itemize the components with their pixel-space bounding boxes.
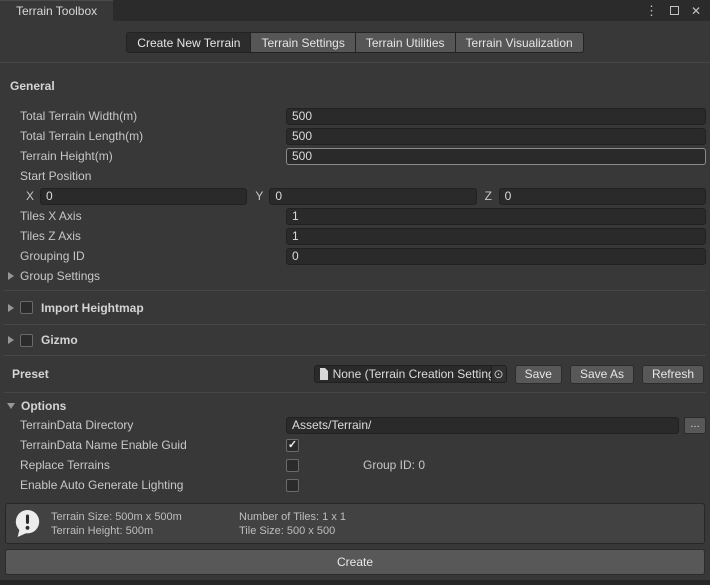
- import-heightmap-section: Import Heightmap: [4, 291, 706, 325]
- total-terrain-length-label: Total Terrain Length(m): [4, 129, 286, 143]
- preset-label: Preset: [12, 367, 49, 381]
- grouping-id-input[interactable]: [286, 248, 706, 265]
- foldout-arrow-icon: [8, 272, 14, 280]
- number-of-tiles-text: Number of Tiles: 1 x 1: [239, 511, 346, 523]
- tiles-x-axis-row: Tiles X Axis: [4, 206, 706, 226]
- terrain-height-label: Terrain Height(m): [4, 149, 286, 163]
- browse-button[interactable]: …: [684, 417, 706, 434]
- terraindata-directory-row: TerrainData Directory …: [4, 415, 706, 435]
- save-as-button[interactable]: Save As: [570, 365, 634, 384]
- total-terrain-width-input[interactable]: [286, 108, 706, 125]
- terrain-height-input[interactable]: [286, 148, 706, 165]
- terraindata-directory-input[interactable]: [286, 417, 679, 434]
- window-tab-terrain-toolbox[interactable]: Terrain Toolbox: [0, 0, 113, 21]
- total-terrain-length-input[interactable]: [286, 128, 706, 145]
- terrain-info-box: Terrain Size: 500m x 500m Terrain Height…: [5, 503, 705, 544]
- menu-icon[interactable]: ⋮: [645, 4, 658, 17]
- start-position-z: Z: [485, 188, 706, 205]
- tab-terrain-visualization[interactable]: Terrain Visualization: [456, 32, 584, 53]
- auto-generate-lighting-checkbox[interactable]: [286, 479, 299, 492]
- options-header: Options: [21, 399, 66, 414]
- grouping-id-row: Grouping ID: [4, 246, 706, 266]
- import-heightmap-checkbox[interactable]: [20, 301, 33, 314]
- start-position-row: Start Position: [4, 166, 706, 186]
- foldout-arrow-icon[interactable]: [8, 336, 14, 344]
- replace-terrains-label: Replace Terrains: [4, 458, 286, 472]
- tiles-z-axis-label: Tiles Z Axis: [4, 229, 286, 243]
- terraindata-directory-label: TerrainData Directory: [4, 418, 286, 432]
- info-column-tiles: Number of Tiles: 1 x 1 Tile Size: 500 x …: [239, 511, 346, 537]
- toolbox-tab-bar: Create New Terrain Terrain Settings Terr…: [0, 21, 710, 63]
- grouping-id-label: Grouping ID: [4, 249, 286, 263]
- save-button[interactable]: Save: [515, 365, 562, 384]
- z-axis-label: Z: [485, 189, 494, 203]
- preset-object-value: None (Terrain Creation Settings): [333, 367, 491, 381]
- window-bottom-edge: [0, 580, 710, 585]
- total-terrain-length-row: Total Terrain Length(m): [4, 126, 706, 146]
- document-icon: [319, 368, 329, 380]
- import-heightmap-label: Import Heightmap: [41, 301, 144, 315]
- foldout-arrow-down-icon: [7, 403, 15, 409]
- gizmo-section: Gizmo: [4, 325, 706, 356]
- y-axis-label: Y: [255, 189, 264, 203]
- tab-create-new-terrain[interactable]: Create New Terrain: [126, 32, 251, 53]
- info-column-size: Terrain Size: 500m x 500m Terrain Height…: [51, 511, 229, 537]
- replace-terrains-row: Replace Terrains Group ID: 0: [4, 455, 706, 475]
- name-enable-guid-checkbox[interactable]: [286, 439, 299, 452]
- preset-object-field[interactable]: None (Terrain Creation Settings) ⊙: [314, 365, 507, 383]
- group-settings-foldout[interactable]: Group Settings: [4, 266, 706, 286]
- group-id-text: Group ID: 0: [363, 458, 425, 472]
- terrain-height-row: Terrain Height(m): [4, 146, 706, 166]
- options-foldout[interactable]: Options: [4, 393, 706, 415]
- start-position-y: Y: [255, 188, 476, 205]
- tiles-x-axis-label: Tiles X Axis: [4, 209, 286, 223]
- name-enable-guid-row: TerrainData Name Enable Guid: [4, 435, 706, 455]
- terrain-height-text: Terrain Height: 500m: [51, 525, 229, 537]
- replace-terrains-checkbox[interactable]: [286, 459, 299, 472]
- warning-icon: [14, 509, 41, 538]
- start-position-x-input[interactable]: [40, 188, 247, 205]
- titlebar: Terrain Toolbox ⋮ ✕: [0, 0, 710, 21]
- window-controls: ⋮ ✕: [645, 0, 710, 21]
- terrain-size-text: Terrain Size: 500m x 500m: [51, 511, 229, 523]
- group-settings-label: Group Settings: [20, 269, 100, 283]
- refresh-button[interactable]: Refresh: [642, 365, 704, 384]
- start-position-xyz-row: X Y Z: [4, 186, 706, 206]
- foldout-arrow-icon[interactable]: [8, 304, 14, 312]
- tiles-z-axis-row: Tiles Z Axis: [4, 226, 706, 246]
- window-title: Terrain Toolbox: [16, 4, 97, 18]
- start-position-label: Start Position: [4, 169, 91, 183]
- create-button[interactable]: Create: [5, 549, 705, 575]
- total-terrain-width-label: Total Terrain Width(m): [4, 109, 286, 123]
- gizmo-checkbox[interactable]: [20, 334, 33, 347]
- preset-row: Preset None (Terrain Creation Settings) …: [4, 356, 706, 393]
- start-position-x: X: [26, 188, 247, 205]
- start-position-z-input[interactable]: [499, 188, 706, 205]
- tiles-x-axis-input[interactable]: [286, 208, 706, 225]
- close-icon[interactable]: ✕: [691, 5, 701, 17]
- gizmo-label: Gizmo: [41, 333, 78, 347]
- auto-generate-lighting-label: Enable Auto Generate Lighting: [4, 478, 286, 492]
- total-terrain-width-row: Total Terrain Width(m): [4, 106, 706, 126]
- auto-generate-lighting-row: Enable Auto Generate Lighting: [4, 475, 706, 495]
- x-axis-label: X: [26, 189, 35, 203]
- tab-terrain-utilities[interactable]: Terrain Utilities: [356, 32, 456, 53]
- maximize-icon[interactable]: [670, 6, 679, 15]
- tile-size-text: Tile Size: 500 x 500: [239, 525, 346, 537]
- object-picker-icon[interactable]: ⊙: [491, 366, 506, 382]
- name-enable-guid-label: TerrainData Name Enable Guid: [4, 438, 286, 452]
- start-position-y-input[interactable]: [269, 188, 476, 205]
- tiles-z-axis-input[interactable]: [286, 228, 706, 245]
- general-header: General: [10, 79, 706, 94]
- tab-terrain-settings[interactable]: Terrain Settings: [251, 32, 355, 53]
